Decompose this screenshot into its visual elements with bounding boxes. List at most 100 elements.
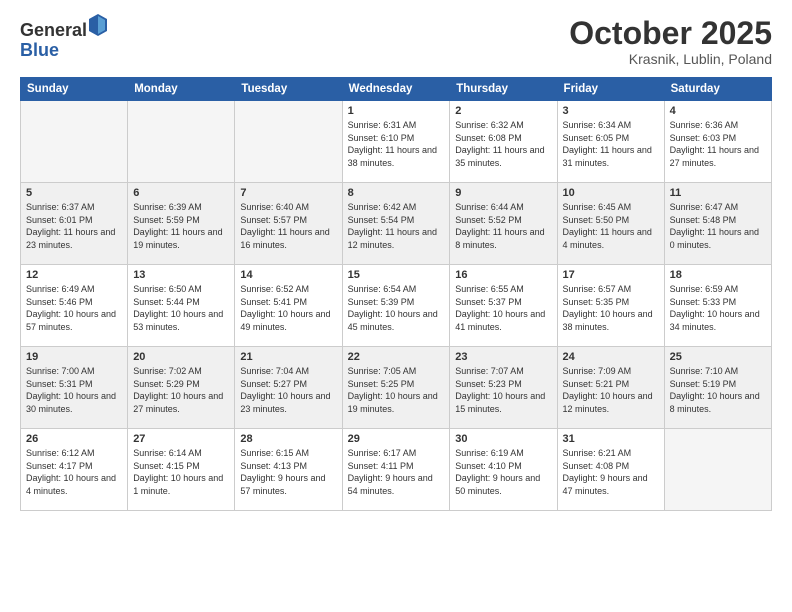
day-info: Sunrise: 6:49 AM Sunset: 5:46 PM Dayligh… bbox=[26, 283, 122, 333]
day-number: 20 bbox=[133, 351, 229, 363]
col-header-thursday: Thursday bbox=[450, 78, 557, 101]
calendar-cell: 1 Sunrise: 6:31 AM Sunset: 6:10 PM Daylig… bbox=[342, 101, 450, 183]
location: Krasnik, Lublin, Poland bbox=[569, 51, 772, 67]
calendar-cell: 4 Sunrise: 6:36 AM Sunset: 6:03 PM Daylig… bbox=[664, 101, 771, 183]
day-number: 3 bbox=[563, 105, 659, 117]
day-number: 4 bbox=[670, 105, 766, 117]
calendar-cell: 6 Sunrise: 6:39 AM Sunset: 5:59 PM Daylig… bbox=[128, 183, 235, 265]
day-number: 14 bbox=[240, 269, 336, 281]
calendar-cell: 8Sunrise: 6:42 AM Sunset: 5:54 PM Daylig… bbox=[342, 183, 450, 265]
day-number: 22 bbox=[348, 351, 445, 363]
calendar-cell: 21Sunrise: 7:04 AM Sunset: 5:27 PM Dayli… bbox=[235, 347, 342, 429]
logo-text: General bbox=[20, 16, 107, 41]
day-number: 5 bbox=[26, 187, 122, 199]
col-header-monday: Monday bbox=[128, 78, 235, 101]
day-number: 30 bbox=[455, 433, 551, 445]
day-info: Sunrise: 6:47 AM Sunset: 5:48 PM Dayligh… bbox=[670, 201, 766, 251]
calendar-cell bbox=[128, 101, 235, 183]
calendar-table: SundayMondayTuesdayWednesdayThursdayFrid… bbox=[20, 77, 772, 511]
calendar-week-row: 19 Sunrise: 7:00 AM Sunset: 5:31 PM Dayli… bbox=[21, 347, 772, 429]
day-info: Sunrise: 6:42 AM Sunset: 5:54 PM Dayligh… bbox=[348, 201, 445, 251]
day-number: 19 bbox=[26, 351, 122, 363]
day-info: Sunrise: 7:00 AM Sunset: 5:31 PM Dayligh… bbox=[26, 365, 122, 415]
calendar-cell: 9 Sunrise: 6:44 AM Sunset: 5:52 PM Daylig… bbox=[450, 183, 557, 265]
calendar-cell: 13 Sunrise: 6:50 AM Sunset: 5:44 PM Dayli… bbox=[128, 265, 235, 347]
day-info: Sunrise: 6:15 AM Sunset: 4:13 PM Dayligh… bbox=[240, 447, 336, 497]
day-info: Sunrise: 6:14 AM Sunset: 4:15 PM Dayligh… bbox=[133, 447, 229, 497]
day-info: Sunrise: 7:10 AM Sunset: 5:19 PM Dayligh… bbox=[670, 365, 766, 415]
day-info: Sunrise: 6:34 AM Sunset: 6:05 PM Dayligh… bbox=[563, 119, 659, 169]
day-info: Sunrise: 6:19 AM Sunset: 4:10 PM Dayligh… bbox=[455, 447, 551, 497]
day-info: Sunrise: 6:52 AM Sunset: 5:41 PM Dayligh… bbox=[240, 283, 336, 333]
calendar-cell: 15Sunrise: 6:54 AM Sunset: 5:39 PM Dayli… bbox=[342, 265, 450, 347]
day-info: Sunrise: 6:37 AM Sunset: 6:01 PM Dayligh… bbox=[26, 201, 122, 251]
calendar-cell: 29Sunrise: 6:17 AM Sunset: 4:11 PM Dayli… bbox=[342, 429, 450, 511]
calendar-cell: 2 Sunrise: 6:32 AM Sunset: 6:08 PM Daylig… bbox=[450, 101, 557, 183]
day-info: Sunrise: 6:17 AM Sunset: 4:11 PM Dayligh… bbox=[348, 447, 445, 497]
calendar-cell: 24 Sunrise: 7:09 AM Sunset: 5:21 PM Dayli… bbox=[557, 347, 664, 429]
day-info: Sunrise: 7:04 AM Sunset: 5:27 PM Dayligh… bbox=[240, 365, 336, 415]
col-header-wednesday: Wednesday bbox=[342, 78, 450, 101]
day-info: Sunrise: 6:50 AM Sunset: 5:44 PM Dayligh… bbox=[133, 283, 229, 333]
day-number: 6 bbox=[133, 187, 229, 199]
logo-blue-text: Blue bbox=[20, 41, 107, 61]
day-number: 18 bbox=[670, 269, 766, 281]
col-header-sunday: Sunday bbox=[21, 78, 128, 101]
calendar-cell: 12 Sunrise: 6:49 AM Sunset: 5:46 PM Dayli… bbox=[21, 265, 128, 347]
logo: General Blue bbox=[20, 16, 107, 61]
calendar-cell: 31 Sunrise: 6:21 AM Sunset: 4:08 PM Dayli… bbox=[557, 429, 664, 511]
calendar-cell: 16Sunrise: 6:55 AM Sunset: 5:37 PM Dayli… bbox=[450, 265, 557, 347]
logo-general: General bbox=[20, 20, 87, 40]
calendar-cell: 19 Sunrise: 7:00 AM Sunset: 5:31 PM Dayli… bbox=[21, 347, 128, 429]
day-info: Sunrise: 7:09 AM Sunset: 5:21 PM Dayligh… bbox=[563, 365, 659, 415]
calendar-cell: 28 Sunrise: 6:15 AM Sunset: 4:13 PM Dayli… bbox=[235, 429, 342, 511]
title-block: October 2025 Krasnik, Lublin, Poland bbox=[569, 16, 772, 67]
day-number: 24 bbox=[563, 351, 659, 363]
day-number: 1 bbox=[348, 105, 445, 117]
calendar-week-row: 12 Sunrise: 6:49 AM Sunset: 5:46 PM Dayli… bbox=[21, 265, 772, 347]
day-info: Sunrise: 6:40 AM Sunset: 5:57 PM Dayligh… bbox=[240, 201, 336, 251]
day-number: 9 bbox=[455, 187, 551, 199]
day-number: 31 bbox=[563, 433, 659, 445]
day-number: 26 bbox=[26, 433, 122, 445]
page: General Blue October 2025 Krasnik, Lubli… bbox=[0, 0, 792, 612]
calendar-cell: 3 Sunrise: 6:34 AM Sunset: 6:05 PM Daylig… bbox=[557, 101, 664, 183]
calendar-cell: 18 Sunrise: 6:59 AM Sunset: 5:33 PM Dayli… bbox=[664, 265, 771, 347]
day-info: Sunrise: 6:32 AM Sunset: 6:08 PM Dayligh… bbox=[455, 119, 551, 169]
day-info: Sunrise: 7:07 AM Sunset: 5:23 PM Dayligh… bbox=[455, 365, 551, 415]
day-info: Sunrise: 6:39 AM Sunset: 5:59 PM Dayligh… bbox=[133, 201, 229, 251]
day-number: 10 bbox=[563, 187, 659, 199]
calendar-week-row: 5 Sunrise: 6:37 AM Sunset: 6:01 PM Daylig… bbox=[21, 183, 772, 265]
day-info: Sunrise: 6:59 AM Sunset: 5:33 PM Dayligh… bbox=[670, 283, 766, 333]
logo-icon bbox=[89, 14, 107, 36]
day-info: Sunrise: 6:21 AM Sunset: 4:08 PM Dayligh… bbox=[563, 447, 659, 497]
calendar-cell: 22 Sunrise: 7:05 AM Sunset: 5:25 PM Dayli… bbox=[342, 347, 450, 429]
day-info: Sunrise: 6:44 AM Sunset: 5:52 PM Dayligh… bbox=[455, 201, 551, 251]
day-number: 12 bbox=[26, 269, 122, 281]
day-number: 13 bbox=[133, 269, 229, 281]
day-number: 15 bbox=[348, 269, 445, 281]
day-number: 23 bbox=[455, 351, 551, 363]
day-number: 2 bbox=[455, 105, 551, 117]
calendar-cell bbox=[21, 101, 128, 183]
day-number: 17 bbox=[563, 269, 659, 281]
calendar-cell: 23 Sunrise: 7:07 AM Sunset: 5:23 PM Dayli… bbox=[450, 347, 557, 429]
day-info: Sunrise: 6:36 AM Sunset: 6:03 PM Dayligh… bbox=[670, 119, 766, 169]
day-info: Sunrise: 6:55 AM Sunset: 5:37 PM Dayligh… bbox=[455, 283, 551, 333]
calendar-header-row: SundayMondayTuesdayWednesdayThursdayFrid… bbox=[21, 78, 772, 101]
col-header-friday: Friday bbox=[557, 78, 664, 101]
day-number: 28 bbox=[240, 433, 336, 445]
col-header-tuesday: Tuesday bbox=[235, 78, 342, 101]
day-info: Sunrise: 6:12 AM Sunset: 4:17 PM Dayligh… bbox=[26, 447, 122, 497]
day-number: 11 bbox=[670, 187, 766, 199]
day-number: 27 bbox=[133, 433, 229, 445]
day-info: Sunrise: 6:45 AM Sunset: 5:50 PM Dayligh… bbox=[563, 201, 659, 251]
calendar-cell: 27 Sunrise: 6:14 AM Sunset: 4:15 PM Dayli… bbox=[128, 429, 235, 511]
calendar-week-row: 1 Sunrise: 6:31 AM Sunset: 6:10 PM Daylig… bbox=[21, 101, 772, 183]
calendar-cell: 11 Sunrise: 6:47 AM Sunset: 5:48 PM Dayli… bbox=[664, 183, 771, 265]
day-info: Sunrise: 7:02 AM Sunset: 5:29 PM Dayligh… bbox=[133, 365, 229, 415]
calendar-cell: 30 Sunrise: 6:19 AM Sunset: 4:10 PM Dayli… bbox=[450, 429, 557, 511]
day-info: Sunrise: 7:05 AM Sunset: 5:25 PM Dayligh… bbox=[348, 365, 445, 415]
day-info: Sunrise: 6:31 AM Sunset: 6:10 PM Dayligh… bbox=[348, 119, 445, 169]
calendar-cell: 17Sunrise: 6:57 AM Sunset: 5:35 PM Dayli… bbox=[557, 265, 664, 347]
